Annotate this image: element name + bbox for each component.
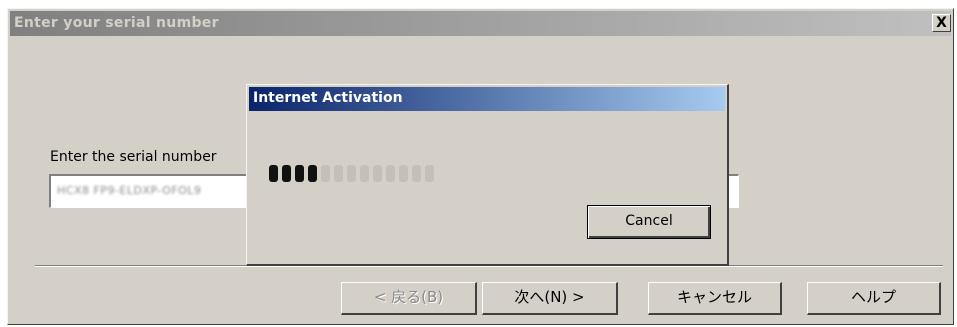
back-button[interactable]: < 戻る(B) (341, 282, 477, 315)
progress-segment (412, 165, 421, 182)
progress-segment (321, 165, 330, 182)
progress-segment (347, 165, 356, 182)
progress-segment (399, 165, 408, 182)
wizard-title: Enter your serial number (14, 15, 219, 31)
progress-segment (425, 165, 434, 182)
progress-segment (334, 165, 343, 182)
internet-activation-dialog: Internet Activation Cancel (246, 84, 729, 266)
progress-segment (373, 165, 382, 182)
progress-segment (386, 165, 395, 182)
serial-number-value: HCX8 FP9-ELDXP-OFOL9 (57, 184, 202, 197)
wizard-cancel-button[interactable]: キャンセル (648, 282, 782, 315)
serial-number-label: Enter the serial number (50, 149, 217, 165)
activation-progress-bar (269, 165, 434, 182)
progress-segment (269, 165, 278, 182)
activation-title-bar[interactable]: Internet Activation (249, 87, 725, 111)
help-button[interactable]: ヘルプ (807, 282, 941, 315)
progress-segment (360, 165, 369, 182)
activation-cancel-button[interactable]: Cancel (587, 205, 711, 239)
close-icon[interactable]: X (932, 14, 951, 32)
progress-segment (282, 165, 291, 182)
wizard-title-bar[interactable]: Enter your serial number X (10, 11, 951, 36)
progress-segment (308, 165, 317, 182)
activation-title: Internet Activation (253, 90, 403, 106)
next-button[interactable]: 次へ(N) > (482, 282, 618, 315)
progress-segment (295, 165, 304, 182)
